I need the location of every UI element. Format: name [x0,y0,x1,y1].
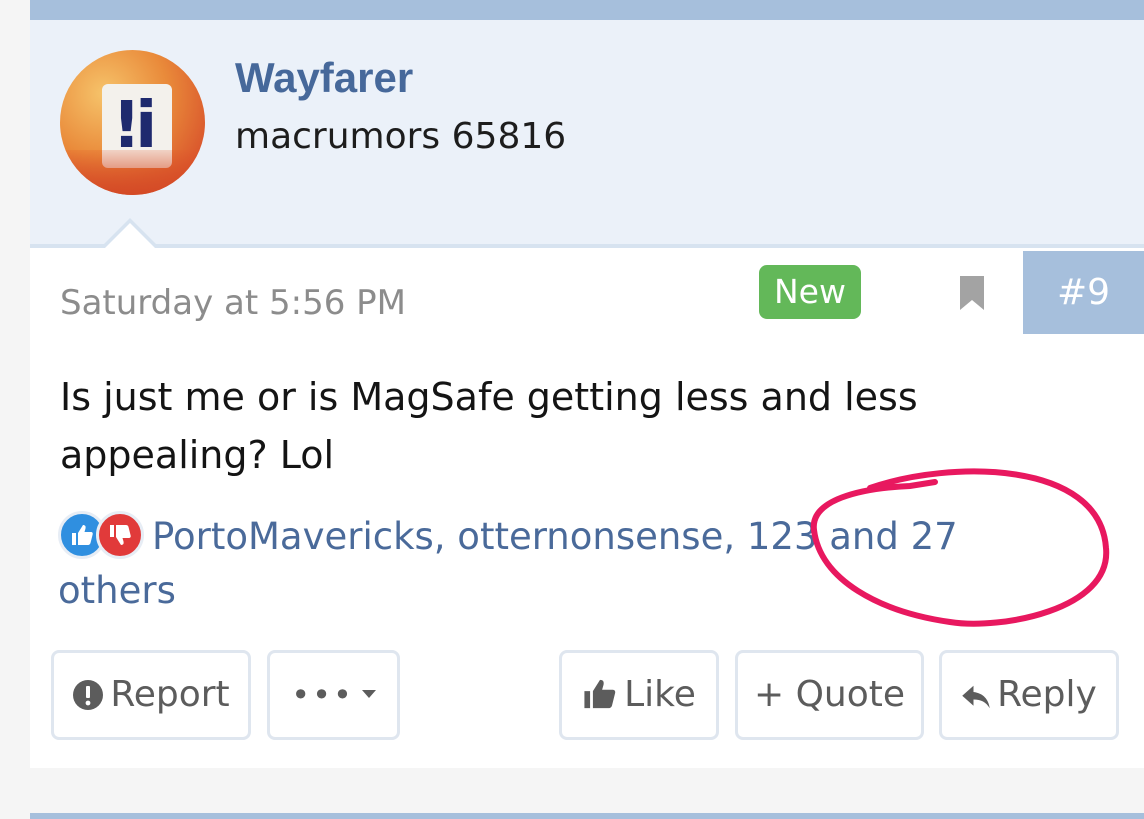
more-dots: ••• [291,676,354,714]
post-timestamp[interactable]: Saturday at 5:56 PM [60,283,406,323]
top-divider-bar [30,0,1144,20]
alert-icon [73,680,104,710]
new-badge: New [759,265,861,319]
report-label: Report [110,674,230,715]
reply-button[interactable]: Reply [939,650,1119,740]
bookmark-icon[interactable] [958,276,986,310]
like-label: Like [624,674,696,715]
post-number[interactable]: #9 [1023,251,1144,334]
thumbs-down-icon[interactable] [96,511,144,559]
post-user-header: !i Wayfarer macrumors 65816 [30,20,1144,248]
reply-label: Reply [997,674,1097,715]
quote-button[interactable]: + Quote [735,650,924,740]
annotation-circle [810,468,1110,627]
reaction-users-others[interactable]: others [58,569,176,612]
username-link[interactable]: Wayfarer [235,54,413,102]
header-arrow-inner [105,223,155,248]
post-actions: Report ••• Like + Quote Reply [30,650,1144,740]
quote-label: + Quote [753,674,906,715]
bottom-divider-bar [30,813,1144,819]
forum-post: !i Wayfarer macrumors 65816 Saturday at … [30,20,1144,768]
chevron-down-icon [361,690,376,698]
thumbs-up-icon [584,679,616,709]
reply-arrow-icon [962,685,990,709]
like-button[interactable]: Like [559,650,719,740]
report-button[interactable]: Report [51,650,251,740]
more-options-button[interactable]: ••• [267,650,400,740]
user-title: macrumors 65816 [235,116,567,157]
avatar-flame [60,150,205,195]
avatar[interactable]: !i [60,50,205,195]
